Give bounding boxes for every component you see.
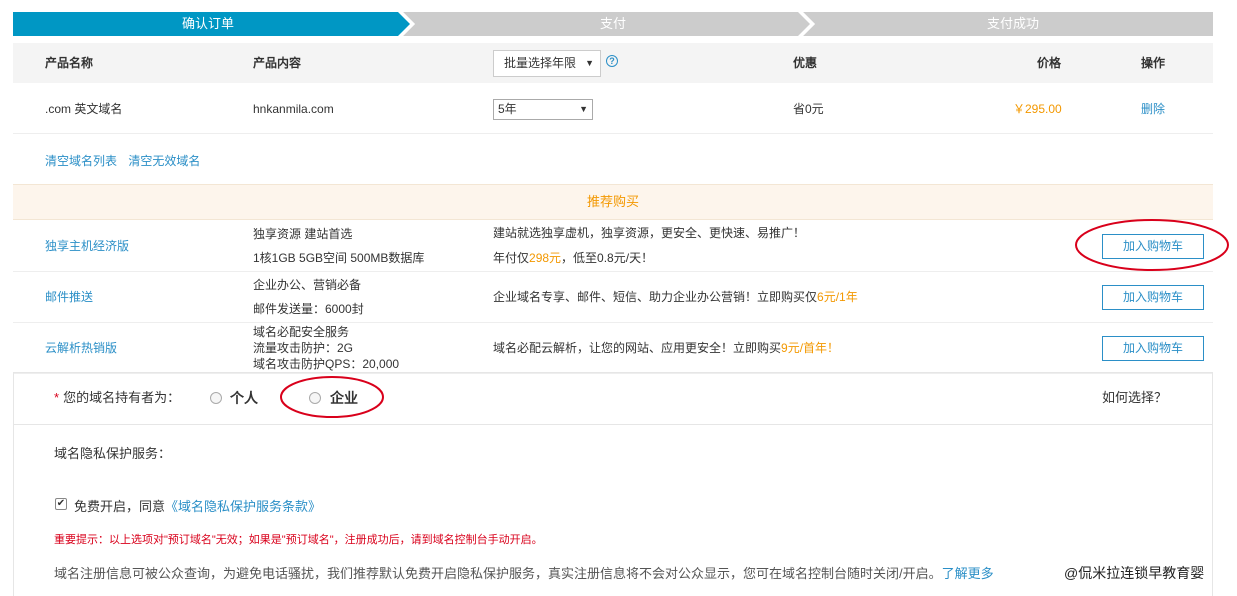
- clear-links: 清空域名列表 清空无效域名: [45, 152, 208, 169]
- privacy-title: 域名隐私保护服务：: [54, 446, 172, 461]
- domain-name: hnkanmila.com: [253, 102, 334, 116]
- list-item: 云解析热销版 域名必配安全服务 流量攻击防护：2G 域名攻击防护QPS：20,0…: [13, 323, 1213, 374]
- learn-more-link[interactable]: 了解更多: [942, 566, 994, 581]
- recommend-spec: 域名必配安全服务 流量攻击防护：2G 域名攻击防护QPS：20,000: [253, 324, 399, 372]
- desc-highlight: 6元/1年: [817, 290, 858, 304]
- privacy-section: 域名隐私保护服务： ✔ 免费开启，同意《域名隐私保护服务条款》 重要提示：以上选…: [13, 425, 1213, 596]
- desc-text: 域名必配云解析，让您的网站、应用更安全！立即购买: [493, 341, 782, 355]
- discount-value: 省0元: [793, 102, 824, 116]
- recommend-header: 推荐购买: [13, 184, 1213, 220]
- info-text: 域名注册信息可被公众查询，为避免电话骚扰，我们推荐默认免费开启隐私保护服务，真实…: [54, 566, 942, 581]
- spec-line: 1核1GB 5GB空间 500MB数据库: [253, 251, 425, 265]
- desc-text: ，低至0.8元/天！: [561, 251, 654, 265]
- order-progress-steps: 确认订单 支付 支付成功: [13, 12, 1213, 36]
- recommend-desc: 企业域名专享、邮件、短信、助力企业办公营销！立即购买仅6元/1年: [493, 272, 858, 322]
- col-action: 操作: [1141, 56, 1166, 70]
- recommend-desc: 域名必配云解析，让您的网站、应用更安全！立即购买9元/首年！: [493, 323, 839, 373]
- privacy-info: 域名注册信息可被公众查询，为避免电话骚扰，我们推荐默认免费开启隐私保护服务，真实…: [54, 563, 994, 582]
- batch-year-select[interactable]: 批量选择年限 ▼: [493, 50, 601, 77]
- how-to-choose-link[interactable]: 如何选择？: [1102, 373, 1167, 423]
- owner-type-label: * 您的域名持有者为：: [54, 373, 180, 423]
- privacy-terms-link[interactable]: 《域名隐私保护服务条款》: [165, 499, 321, 514]
- col-price: 价格: [1037, 56, 1062, 70]
- delete-link[interactable]: 删除: [1141, 86, 1165, 132]
- clear-invalid-domains-link[interactable]: 清空无效域名: [128, 154, 200, 168]
- add-to-cart-button[interactable]: 加入购物车: [1102, 234, 1204, 259]
- desc-text: 企业域名专享、邮件、短信、助力企业办公营销！立即购买仅: [493, 290, 818, 304]
- question-icon[interactable]: ?: [606, 55, 618, 67]
- recommend-name[interactable]: 云解析热销版: [45, 323, 117, 373]
- order-table-header: 产品名称 产品内容 批量选择年限 ▼ ? 优惠 价格 操作: [13, 43, 1213, 83]
- spec-line: 流量攻击防护：2G: [253, 341, 354, 355]
- desc-highlight: 9元/首年！: [781, 341, 840, 355]
- add-to-cart-button[interactable]: 加入购物车: [1102, 336, 1204, 361]
- list-item: 邮件推送 企业办公、营销必备 邮件发送量：6000封 企业域名专享、邮件、短信、…: [13, 272, 1213, 323]
- spec-line: 域名攻击防护QPS：20,000: [253, 357, 400, 371]
- privacy-checkbox[interactable]: ✔: [55, 498, 67, 510]
- col-discount: 优惠: [793, 56, 818, 70]
- add-to-cart-button[interactable]: 加入购物车: [1102, 285, 1204, 310]
- owner-type-section: * 您的域名持有者为： 个人 企业 如何选择？: [13, 372, 1213, 425]
- batch-year-select-label: 批量选择年限: [504, 56, 577, 70]
- owner-type-text: 您的域名持有者为：: [63, 390, 181, 405]
- year-select[interactable]: 5年 ▼: [493, 99, 593, 120]
- desc-line: 年付仅298元，低至0.8元/天！: [493, 246, 805, 271]
- privacy-warning: 重要提示：以上选项对"预订域名"无效；如果是"预订域名"，注册成功后，请到域名控…: [54, 534, 543, 546]
- table-row: .com 英文域名 hnkanmila.com 5年 ▼ 省0元 ￥295.00…: [13, 86, 1213, 134]
- desc-line: 建站就选独享虚机，独享资源，更安全、更快速、易推广！: [493, 226, 806, 240]
- step-pay-success: 支付成功: [986, 16, 1039, 31]
- col-product-name: 产品名称: [45, 56, 94, 70]
- year-select-value: 5年: [498, 102, 517, 116]
- radio-company-label[interactable]: 企业: [330, 373, 358, 423]
- recommend-name[interactable]: 邮件推送: [45, 272, 93, 322]
- step-pay: 支付: [599, 16, 626, 31]
- desc-text: 年付仅: [493, 251, 530, 265]
- col-product-content: 产品内容: [253, 56, 302, 70]
- spec-line: 域名必配安全服务: [253, 325, 350, 339]
- required-mark: *: [54, 390, 60, 405]
- chevron-down-icon: ▼: [579, 104, 588, 114]
- chevron-down-icon: ▼: [585, 58, 594, 68]
- watermark: @侃米拉连锁早教育婴: [1064, 563, 1205, 583]
- list-item: 独享主机经济版 独享资源 建站首选 1核1GB 5GB空间 500MB数据库 建…: [13, 221, 1213, 272]
- recommend-spec: 独享资源 建站首选 1核1GB 5GB空间 500MB数据库: [253, 226, 424, 266]
- privacy-agree: 免费开启，同意《域名隐私保护服务条款》: [74, 496, 321, 515]
- spec-line: 独享资源 建站首选: [253, 227, 353, 241]
- radio-company[interactable]: [309, 392, 321, 404]
- agree-text: 免费开启，同意: [74, 499, 166, 514]
- radio-personal-label[interactable]: 个人: [230, 373, 258, 423]
- recommend-name[interactable]: 独享主机经济版: [45, 221, 129, 271]
- product-name: .com 英文域名: [45, 102, 123, 116]
- clear-domain-list-link[interactable]: 清空域名列表: [45, 154, 117, 168]
- desc-highlight: 298元: [529, 251, 562, 265]
- spec-line: 邮件发送量：6000封: [253, 302, 364, 316]
- price-value: ￥295.00: [1013, 102, 1062, 116]
- recommend-spec: 企业办公、营销必备 邮件发送量：6000封: [253, 277, 364, 317]
- spec-line: 企业办公、营销必备: [253, 278, 362, 292]
- recommend-desc: 建站就选独享虚机，独享资源，更安全、更快速、易推广！ 年付仅298元，低至0.8…: [493, 221, 805, 271]
- step-confirm-order: 确认订单: [181, 16, 234, 31]
- radio-personal[interactable]: [210, 392, 222, 404]
